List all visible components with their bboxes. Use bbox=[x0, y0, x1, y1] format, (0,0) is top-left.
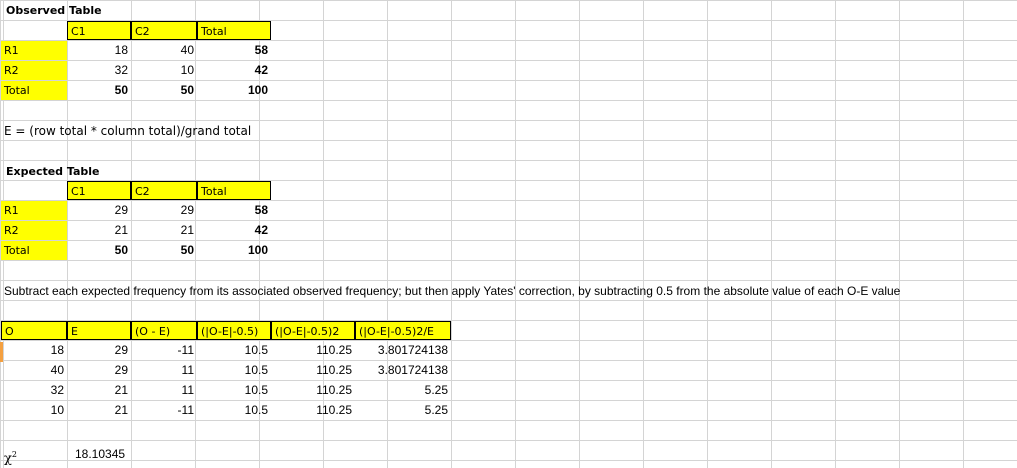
expected-cell-r2-c1[interactable]: 21 bbox=[67, 221, 131, 240]
chi-symbol: χ bbox=[4, 451, 12, 467]
expected-header-c2[interactable]: C2 bbox=[131, 181, 197, 200]
expected-cell-r2-c2[interactable]: 21 bbox=[131, 221, 197, 240]
calc-r1-e[interactable]: 29 bbox=[67, 341, 131, 360]
expected-table-title[interactable]: Expected Table bbox=[3, 162, 100, 181]
expected-cell-r1-c2[interactable]: 29 bbox=[131, 201, 197, 220]
expected-header-c1[interactable]: C1 bbox=[67, 181, 131, 200]
calc-r4-squared[interactable]: 110.25 bbox=[271, 401, 355, 420]
calc-r3-squared[interactable]: 110.25 bbox=[271, 381, 355, 400]
observed-header-total[interactable]: Total bbox=[197, 21, 271, 40]
expected-cell-total-c2[interactable]: 50 bbox=[131, 241, 197, 260]
observed-cell-total-c2[interactable]: 50 bbox=[131, 81, 197, 100]
expected-row-label-total[interactable]: Total bbox=[1, 241, 67, 260]
observed-cell-r2-c2[interactable]: 10 bbox=[131, 61, 197, 80]
calc-r1-squared[interactable]: 110.25 bbox=[271, 341, 355, 360]
calc-r2-diff[interactable]: 11 bbox=[131, 361, 197, 380]
calc-header-squared[interactable]: (|O-E|-0.5)2 bbox=[271, 321, 355, 340]
calc-r1-o[interactable]: 18 bbox=[1, 341, 67, 360]
calc-r4-ratio[interactable]: 5.25 bbox=[355, 401, 451, 420]
calc-r1-diff[interactable]: -11 bbox=[131, 341, 197, 360]
expected-cell-r1-total[interactable]: 58 bbox=[197, 201, 271, 220]
calc-r2-e[interactable]: 29 bbox=[67, 361, 131, 380]
calc-header-o-minus-e[interactable]: (O - E) bbox=[131, 321, 197, 340]
calc-header-o[interactable]: O bbox=[1, 321, 67, 340]
calc-r4-yates[interactable]: 10.5 bbox=[197, 401, 271, 420]
expected-cell-total-c1[interactable]: 50 bbox=[67, 241, 131, 260]
chi-superscript: 2 bbox=[11, 450, 17, 459]
observed-header-c1[interactable]: C1 bbox=[67, 21, 131, 40]
observed-cell-total-c1[interactable]: 50 bbox=[67, 81, 131, 100]
calc-r3-e[interactable]: 21 bbox=[67, 381, 131, 400]
expected-cell-r1-c1[interactable]: 29 bbox=[67, 201, 131, 220]
observed-row-label-r2[interactable]: R2 bbox=[1, 61, 67, 80]
observed-cell-r2-total[interactable]: 42 bbox=[197, 61, 271, 80]
calc-r2-squared[interactable]: 110.25 bbox=[271, 361, 355, 380]
calc-header-e[interactable]: E bbox=[67, 321, 131, 340]
calc-r3-yates[interactable]: 10.5 bbox=[197, 381, 271, 400]
observed-table-title[interactable]: Observed Table bbox=[3, 1, 102, 20]
observed-header-c2[interactable]: C2 bbox=[131, 21, 197, 40]
expected-cell-grand-total[interactable]: 100 bbox=[197, 241, 271, 260]
expected-row-label-r2[interactable]: R2 bbox=[1, 221, 67, 240]
observed-row-label-r1[interactable]: R1 bbox=[1, 41, 67, 60]
calc-header-squared-over-e[interactable]: (|O-E|-0.5)2/E bbox=[355, 321, 451, 340]
calc-r4-e[interactable]: 21 bbox=[67, 401, 131, 420]
observed-cell-r1-c1[interactable]: 18 bbox=[67, 41, 131, 60]
observed-row-label-total[interactable]: Total bbox=[1, 81, 67, 100]
calc-r3-diff[interactable]: 11 bbox=[131, 381, 197, 400]
calc-r1-yates[interactable]: 10.5 bbox=[197, 341, 271, 360]
calc-r1-ratio[interactable]: 3.801724138 bbox=[355, 341, 451, 360]
calc-r2-yates[interactable]: 10.5 bbox=[197, 361, 271, 380]
calc-r3-o[interactable]: 32 bbox=[1, 381, 67, 400]
yates-instruction[interactable]: Subtract each expected frequency from it… bbox=[1, 282, 900, 301]
observed-cell-grand-total[interactable]: 100 bbox=[197, 81, 271, 100]
calc-header-abs-minus-half[interactable]: (|O-E|-0.5) bbox=[197, 321, 271, 340]
expected-row-label-r1[interactable]: R1 bbox=[1, 201, 67, 220]
calc-r4-o[interactable]: 10 bbox=[1, 401, 67, 420]
calc-r2-o[interactable]: 40 bbox=[1, 361, 67, 380]
expected-cell-r2-total[interactable]: 42 bbox=[197, 221, 271, 240]
calc-r3-ratio[interactable]: 5.25 bbox=[355, 381, 451, 400]
chi-square-label[interactable]: χ2 bbox=[1, 445, 61, 467]
calc-r2-ratio[interactable]: 3.801724138 bbox=[355, 361, 451, 380]
observed-cell-r1-c2[interactable]: 40 bbox=[131, 41, 197, 60]
observed-cell-r1-total[interactable]: 58 bbox=[197, 41, 271, 60]
observed-cell-r2-c1[interactable]: 32 bbox=[67, 61, 131, 80]
expected-header-total[interactable]: Total bbox=[197, 181, 271, 200]
formula-note[interactable]: E = (row total * column total)/grand tot… bbox=[1, 122, 251, 141]
calc-r4-diff[interactable]: -11 bbox=[131, 401, 197, 420]
chi-square-value[interactable]: 18.10345 bbox=[72, 445, 162, 464]
